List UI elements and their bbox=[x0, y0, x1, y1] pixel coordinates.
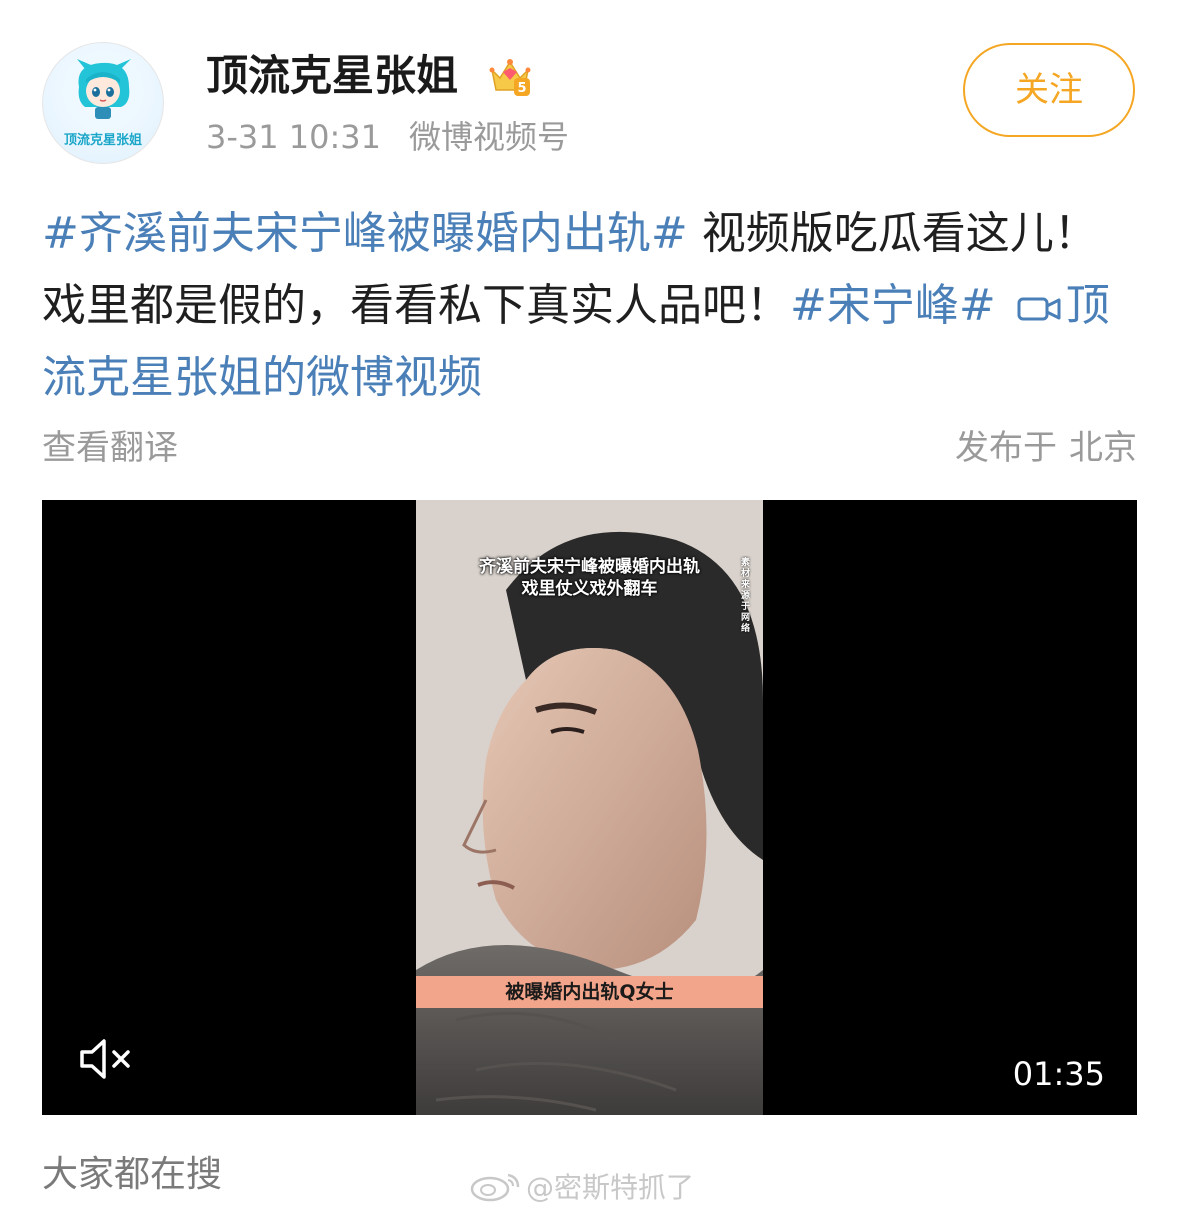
video-caption: 齐溪前夫宋宁峰被曝婚内出轨 戏里仗义戏外翻车 bbox=[416, 556, 763, 600]
post-source[interactable]: 微博视频号 bbox=[409, 118, 569, 156]
crown-badge-icon: 5 bbox=[489, 59, 531, 96]
username[interactable]: 顶流克星张姐 bbox=[206, 46, 458, 106]
video-player[interactable]: 齐溪前夫宋宁峰被曝婚内出轨 戏里仗义戏外翻车 素材来源于网络 被曝婚内出轨Q女士… bbox=[42, 500, 1137, 1115]
video-source-note: 素材来源于网络 bbox=[741, 558, 751, 634]
avatar[interactable]: 顶流克星张姐 bbox=[42, 42, 164, 164]
avatar-character-icon bbox=[77, 59, 131, 119]
svg-text:5: 5 bbox=[517, 81, 526, 96]
post-time: 3-31 10:31 bbox=[206, 118, 382, 156]
trending-search-label: 大家都在搜 bbox=[42, 1154, 223, 1195]
post-text: #齐溪前夫宋宁峰被曝婚内出轨# 视频版吃瓜看这儿！戏里都是假的，看看私下真实人品… bbox=[42, 198, 1137, 414]
video-caption-line-2: 戏里仗义戏外翻车 bbox=[521, 579, 658, 599]
post-location: 发布于 北京 bbox=[955, 423, 1137, 473]
topic-link-2[interactable]: #宋宁峰# bbox=[790, 280, 996, 331]
video-frame: 齐溪前夫宋宁峰被曝婚内出轨 戏里仗义戏外翻车 素材来源于网络 被曝婚内出轨Q女士 bbox=[416, 500, 763, 1115]
follow-button[interactable]: 关注 bbox=[963, 43, 1135, 137]
location-city: 北京 bbox=[1069, 428, 1137, 468]
avatar-name-text: 顶流克星张姐 bbox=[63, 133, 142, 148]
video-duration: 01:35 bbox=[1012, 1055, 1105, 1093]
post-meta: 3-31 10:31 微博视频号 bbox=[206, 112, 569, 162]
post-header: 顶流克星张姐 顶流克星张姐 5 3-31 10:31 微博视频号 关注 bbox=[0, 0, 1179, 180]
topic-link-1[interactable]: #齐溪前夫宋宁峰被曝婚内出轨# bbox=[42, 208, 688, 259]
video-camera-icon bbox=[1017, 297, 1061, 321]
muted-speaker-icon[interactable] bbox=[76, 1036, 136, 1082]
video-caption-line-1: 齐溪前夫宋宁峰被曝婚内出轨 bbox=[479, 557, 700, 577]
weibo-logo-icon bbox=[470, 1173, 520, 1202]
watermark-text: @密斯特抓了 bbox=[526, 1171, 695, 1204]
location-prefix: 发布于 bbox=[955, 428, 1057, 468]
translate-link[interactable]: 查看翻译 bbox=[42, 423, 178, 473]
video-banner: 被曝婚内出轨Q女士 bbox=[416, 976, 763, 1008]
watermark: @密斯特抓了 bbox=[468, 1168, 694, 1208]
